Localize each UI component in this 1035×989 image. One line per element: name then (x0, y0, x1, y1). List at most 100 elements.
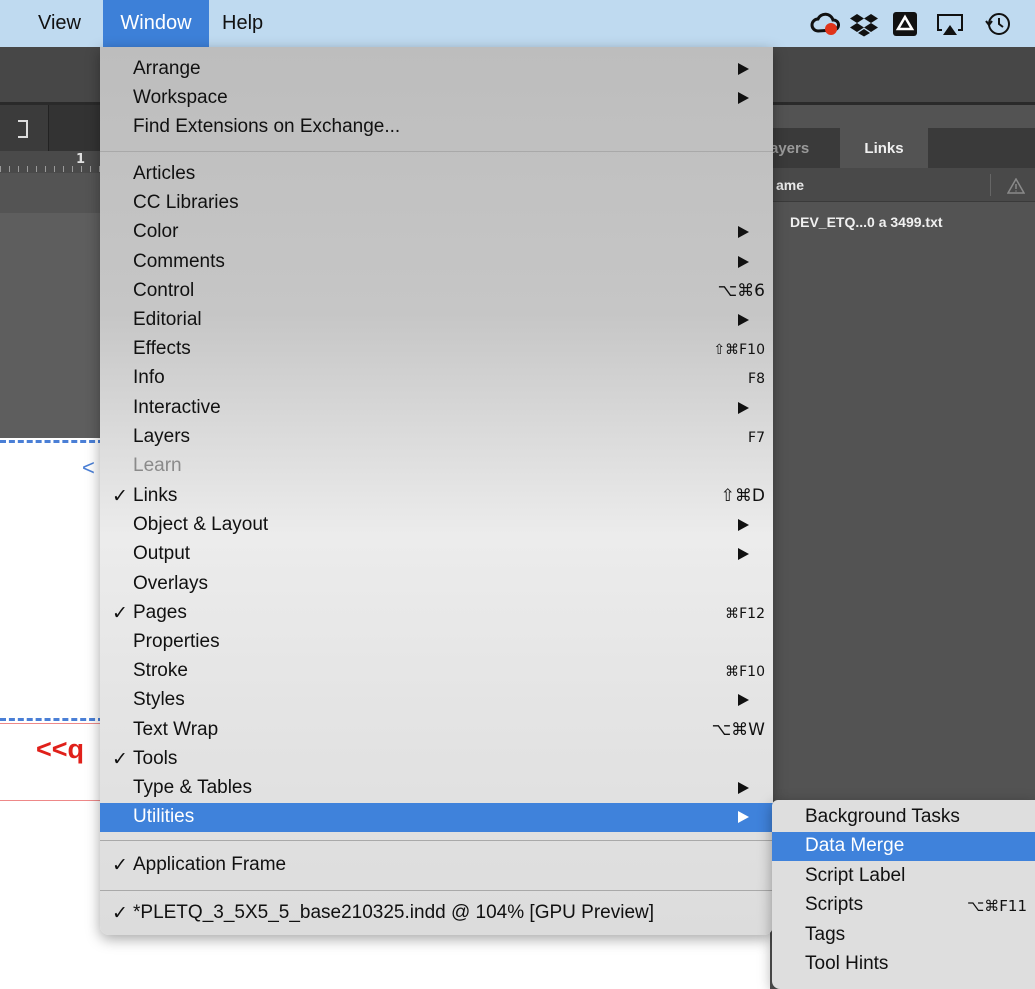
menu-item-color[interactable]: Color (100, 218, 773, 247)
checkmark-icon: ✓ (112, 903, 128, 924)
menu-item-shortcut: F7 (748, 430, 765, 446)
menu-item-shortcut: ⇧⌘F10 (713, 342, 765, 358)
menu-item-object-layout[interactable]: Object & Layout (100, 511, 773, 540)
checkmark-icon: ✓ (112, 603, 128, 624)
menu-item-layers[interactable]: Layers F7 (100, 423, 773, 452)
submenu-item-tool-hints[interactable]: Tool Hints (772, 950, 1035, 979)
menu-separator (100, 840, 773, 841)
menu-item-comments[interactable]: Comments (100, 248, 773, 277)
menubar-help[interactable]: Help (222, 0, 263, 47)
menu-item-info[interactable]: Info F8 (100, 364, 773, 393)
menu-item-find-extensions[interactable]: Find Extensions on Exchange... (100, 113, 773, 142)
submenu-item-background-tasks[interactable]: Background Tasks (772, 803, 1035, 832)
menu-item-label: Articles (133, 163, 196, 184)
links-column-header (770, 168, 1035, 202)
submenu-arrow-icon (738, 314, 749, 326)
link-file-name[interactable]: DEV_ETQ...0 a 3499.txt (790, 214, 943, 230)
menu-item-control[interactable]: Control ⌥⌘6 (100, 277, 773, 306)
frame-edge-top (0, 440, 104, 443)
column-name-label[interactable]: ame (776, 177, 804, 193)
menu-item-shortcut: ⌘F12 (725, 606, 765, 622)
tab-links[interactable]: Links (840, 128, 928, 168)
menu-item-label: Application Frame (133, 854, 287, 875)
checkmark-icon: ✓ (112, 749, 128, 770)
menu-item-text-wrap[interactable]: Text Wrap ⌥⌘W (100, 716, 773, 745)
menu-item-label: Links (133, 485, 178, 506)
menu-item-shortcut: F8 (748, 371, 765, 387)
menu-item-editorial[interactable]: Editorial (100, 306, 773, 335)
menu-item-label: Properties (133, 631, 220, 652)
menu-item-utilities[interactable]: Utilities (100, 803, 773, 832)
menu-item-label: Comments (133, 251, 225, 272)
menu-item-pages[interactable]: ✓ Pages ⌘F12 (100, 599, 773, 628)
menu-item-shortcut: ⌥⌘F11 (967, 897, 1027, 915)
menu-item-styles[interactable]: Styles (100, 686, 773, 715)
submenu-arrow-icon (738, 402, 749, 414)
menu-item-cc-libraries[interactable]: CC Libraries (100, 189, 773, 218)
google-drive-icon[interactable] (892, 11, 918, 37)
menubar-view[interactable]: View (38, 0, 81, 47)
menu-item-overlays[interactable]: Overlays (100, 570, 773, 599)
menu-item-workspace[interactable]: Workspace (100, 84, 773, 113)
menu-item-label: CC Libraries (133, 192, 239, 213)
submenu-arrow-icon (738, 226, 749, 238)
creative-cloud-icon[interactable] (810, 11, 840, 37)
submenu-item-scripts[interactable]: Scripts ⌥⌘F11 (772, 891, 1035, 920)
menu-item-label: Color (133, 221, 179, 242)
menu-item-output[interactable]: Output (100, 540, 773, 569)
menu-item-properties[interactable]: Properties (100, 628, 773, 657)
submenu-item-tags[interactable]: Tags (772, 921, 1035, 950)
menu-item-label: Script Label (805, 865, 906, 886)
submenu-item-data-merge[interactable]: Data Merge (772, 832, 1035, 861)
menu-item-label: Pages (133, 602, 187, 623)
menu-item-label: Tool Hints (805, 953, 889, 974)
menu-item-links[interactable]: ✓ Links ⇧⌘D (100, 482, 773, 511)
menu-item-label: Tools (133, 748, 178, 769)
menu-item-label: Type & Tables (133, 777, 253, 798)
submenu-arrow-icon (738, 811, 749, 823)
menu-item-open-document[interactable]: ✓ *PLETQ_3_5X5_5_base210325.indd @ 104% … (100, 899, 773, 928)
menu-item-arrange[interactable]: Arrange (100, 55, 773, 84)
menu-item-label: Find Extensions on Exchange... (133, 116, 401, 137)
menu-item-interactive[interactable]: Interactive (100, 394, 773, 423)
menu-item-label: Data Merge (805, 835, 905, 856)
menu-item-label: Control (133, 280, 195, 301)
warning-icon[interactable] (1007, 178, 1025, 194)
ruler-ticks (0, 166, 110, 172)
menu-separator (100, 151, 773, 152)
time-machine-icon[interactable] (984, 11, 1012, 37)
menu-item-articles[interactable]: Articles (100, 160, 773, 189)
menu-item-label: Info (133, 367, 165, 388)
submenu-arrow-icon (738, 519, 749, 531)
airplay-icon[interactable] (935, 11, 965, 37)
menu-item-label: Interactive (133, 397, 221, 418)
menu-item-application-frame[interactable]: ✓ Application Frame (100, 851, 773, 880)
dropbox-icon[interactable] (850, 11, 878, 37)
checkmark-icon: ✓ (112, 855, 128, 876)
document-page[interactable] (0, 438, 110, 989)
merge-field-text: <<q (36, 734, 85, 764)
checkmark-icon: ✓ (112, 486, 128, 507)
menu-item-shortcut: ⌥⌘W (711, 720, 765, 740)
tab-close-icon[interactable] (18, 120, 28, 138)
menu-item-label: Arrange (133, 58, 201, 79)
menu-item-effects[interactable]: Effects ⇧⌘F10 (100, 335, 773, 364)
menu-item-learn: Learn (100, 452, 773, 481)
red-guide-bottom (0, 800, 104, 801)
submenu-arrow-icon (738, 694, 749, 706)
menu-separator (100, 890, 773, 891)
tab-layers[interactable]: ayers (770, 128, 840, 168)
menu-item-stroke[interactable]: Stroke ⌘F10 (100, 657, 773, 686)
menu-item-shortcut: ⌥⌘6 (717, 281, 765, 301)
menu-item-label: Utilities (133, 806, 195, 827)
menu-item-label: Background Tasks (805, 806, 960, 827)
menu-item-label: *PLETQ_3_5X5_5_base210325.indd @ 104% [G… (133, 902, 655, 923)
menu-item-type-tables[interactable]: Type & Tables (100, 774, 773, 803)
submenu-item-script-label[interactable]: Script Label (772, 862, 1035, 891)
menubar-window[interactable]: Window (103, 0, 209, 47)
menu-item-shortcut: ⌘F10 (725, 664, 765, 680)
menu-item-tools[interactable]: ✓ Tools (100, 745, 773, 774)
page-text-fragment: < (82, 455, 95, 480)
frame-edge-middle (0, 718, 104, 721)
menu-item-label: Editorial (133, 309, 202, 330)
